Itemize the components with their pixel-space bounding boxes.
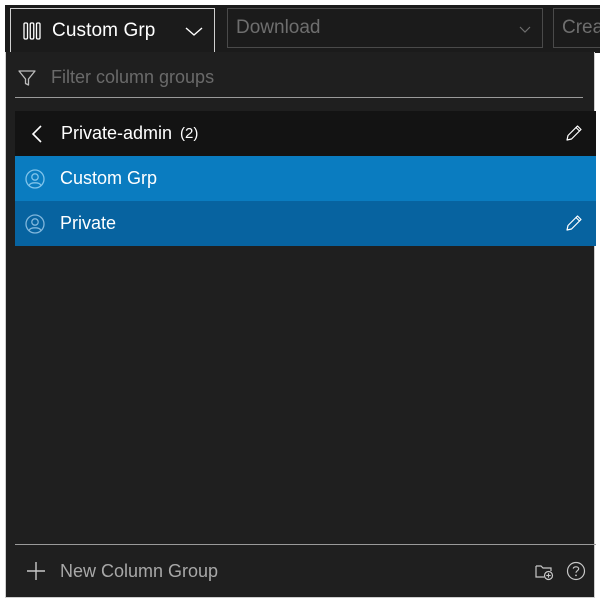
column-group-dropdown: Private-admin (2) Custom Grp Private: [5, 52, 596, 598]
user-circle-icon: [25, 213, 45, 234]
new-column-group-button[interactable]: New Column Group: [60, 561, 218, 582]
chevron-down-icon[interactable]: [184, 21, 204, 41]
app-frame: Custom Grp Download Crea Private: [0, 0, 600, 605]
filter-bar: [15, 58, 583, 98]
pencil-icon[interactable]: [564, 123, 584, 143]
chevron-down-icon: [519, 26, 531, 33]
folder-add-icon[interactable]: [534, 561, 554, 581]
create-button-label: Crea: [562, 17, 600, 38]
user-circle-icon: [25, 168, 45, 189]
list-item-label: Custom Grp: [60, 168, 158, 188]
column-group-label: Custom Grp: [52, 20, 156, 41]
back-to-parent-row[interactable]: Private-admin (2): [15, 111, 596, 156]
list-item-private[interactable]: Private: [15, 201, 596, 246]
pencil-icon[interactable]: [564, 213, 584, 233]
filter-icon: [18, 69, 36, 86]
column-group-button[interactable]: Custom Grp: [10, 8, 215, 53]
download-select[interactable]: Download: [227, 8, 543, 48]
plus-icon[interactable]: [26, 561, 46, 581]
toolbar: Custom Grp Download Crea: [5, 5, 600, 53]
list-item-label: Private: [60, 213, 117, 233]
columns-icon: [23, 22, 41, 40]
filter-input[interactable]: [51, 67, 551, 88]
dropdown-footer: New Column Group: [15, 544, 596, 597]
download-select-value: Download: [236, 17, 321, 38]
list-item-custom-grp[interactable]: Custom Grp: [15, 156, 596, 201]
parent-group-count: (2): [180, 125, 199, 142]
help-icon[interactable]: [566, 561, 586, 581]
create-button[interactable]: Crea: [553, 8, 600, 48]
parent-group-name: Private-admin: [61, 123, 173, 143]
chevron-left-icon[interactable]: [29, 124, 45, 144]
